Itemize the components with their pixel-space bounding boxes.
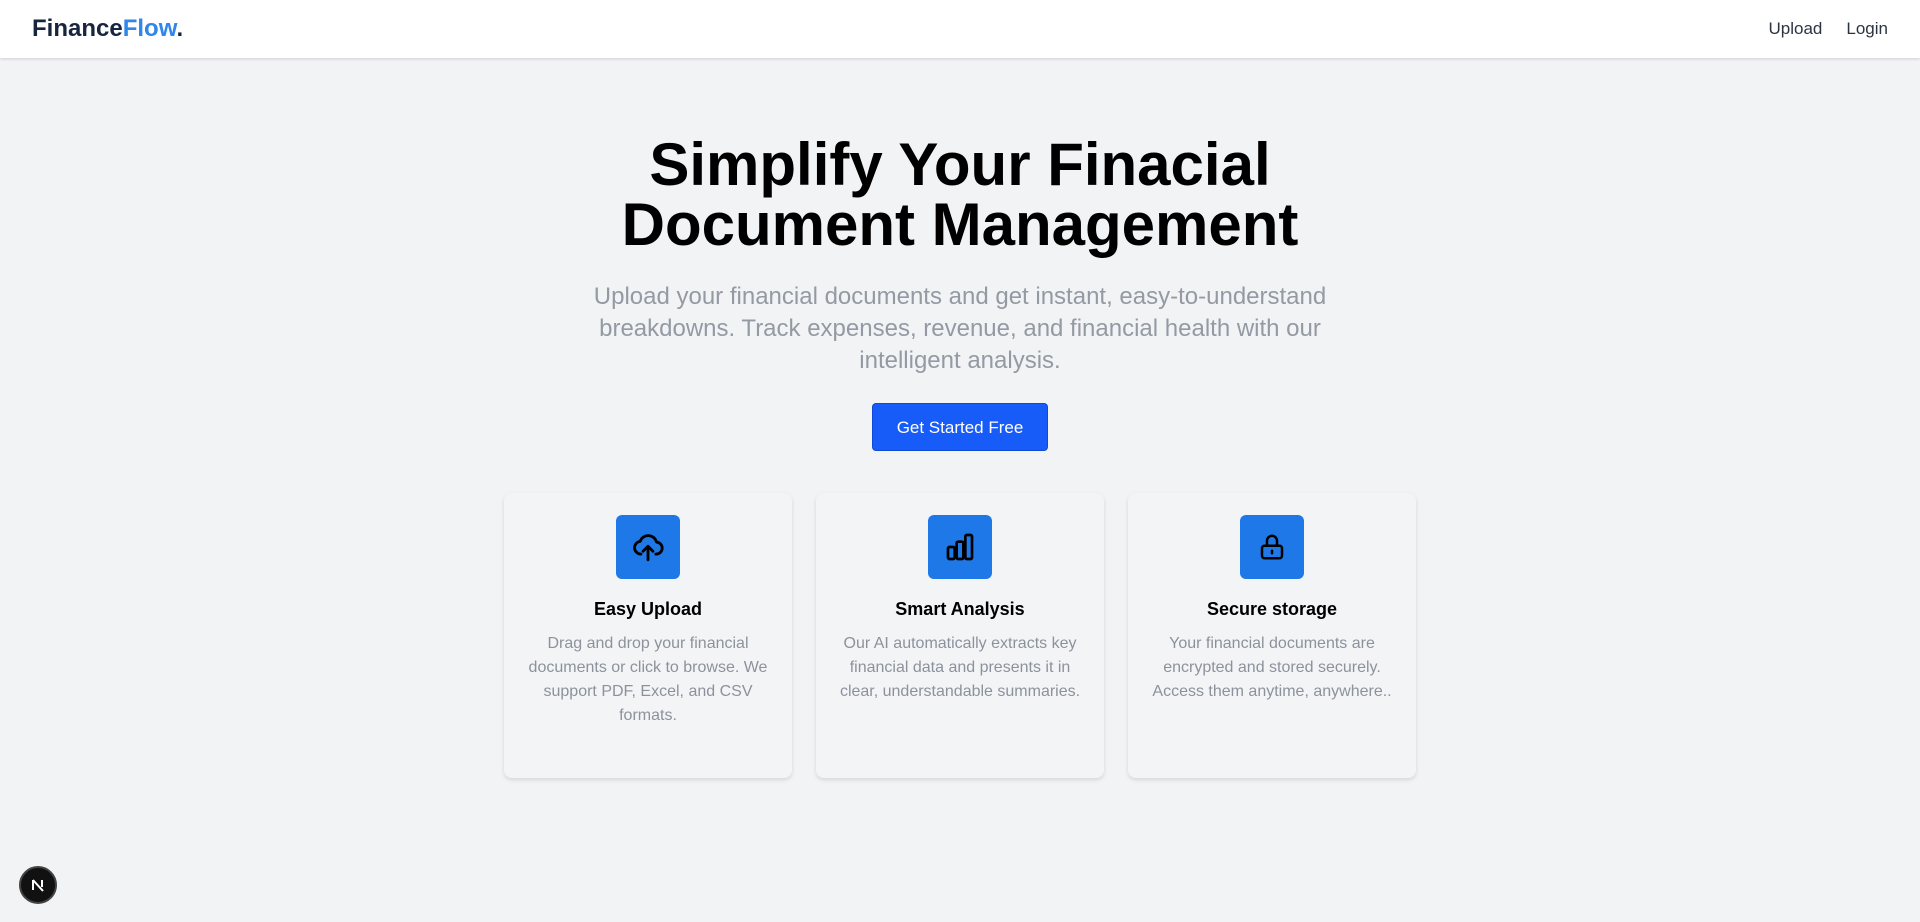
brand-dot: . [176,15,184,42]
hero-title-line2: Document Management [621,191,1299,258]
lock-icon [1240,515,1304,579]
hero-section: Simplify Your Finacial Document Manageme… [0,58,1920,451]
feature-description: Drag and drop your financial documents o… [528,635,768,724]
feature-card-upload: Easy Upload Drag and drop your financial… [504,493,792,778]
feature-title: Smart Analysis [895,599,1025,619]
nav-links: Upload Login [1769,19,1888,39]
n-logo-icon [32,879,44,892]
hero-subtitle: Upload your financial documents and get … [593,283,1327,374]
top-navbar: FinanceFlow. Upload Login [0,0,1920,58]
nav-login-link[interactable]: Login [1846,19,1888,39]
nextjs-dev-badge[interactable] [19,866,57,904]
features-section: Easy Upload Drag and drop your financial… [504,493,1416,778]
feature-title: Easy Upload [593,599,703,619]
brand-name-part1: Finance [32,15,123,42]
brand-name-part2: Flow [122,15,177,42]
feature-title: Secure storage [1206,599,1338,619]
cloud-upload-icon [616,515,680,579]
hero-title-line1: Simplify Your Finacial [649,131,1271,198]
bar-chart-icon [928,515,992,579]
get-started-button[interactable]: Get Started Free [871,403,1049,451]
feature-description: Your financial documents are encrypted a… [1152,635,1392,700]
hero-title: Simplify Your Finacial Document Manageme… [580,135,1340,255]
feature-description: Our AI automatically extracts key financ… [839,635,1081,700]
brand-logo[interactable]: FinanceFlow. [32,15,183,43]
feature-card-security: Secure storage Your financial documents … [1128,493,1416,778]
feature-card-analysis: Smart Analysis Our AI automatically extr… [816,493,1104,778]
nav-upload-link[interactable]: Upload [1769,19,1823,39]
